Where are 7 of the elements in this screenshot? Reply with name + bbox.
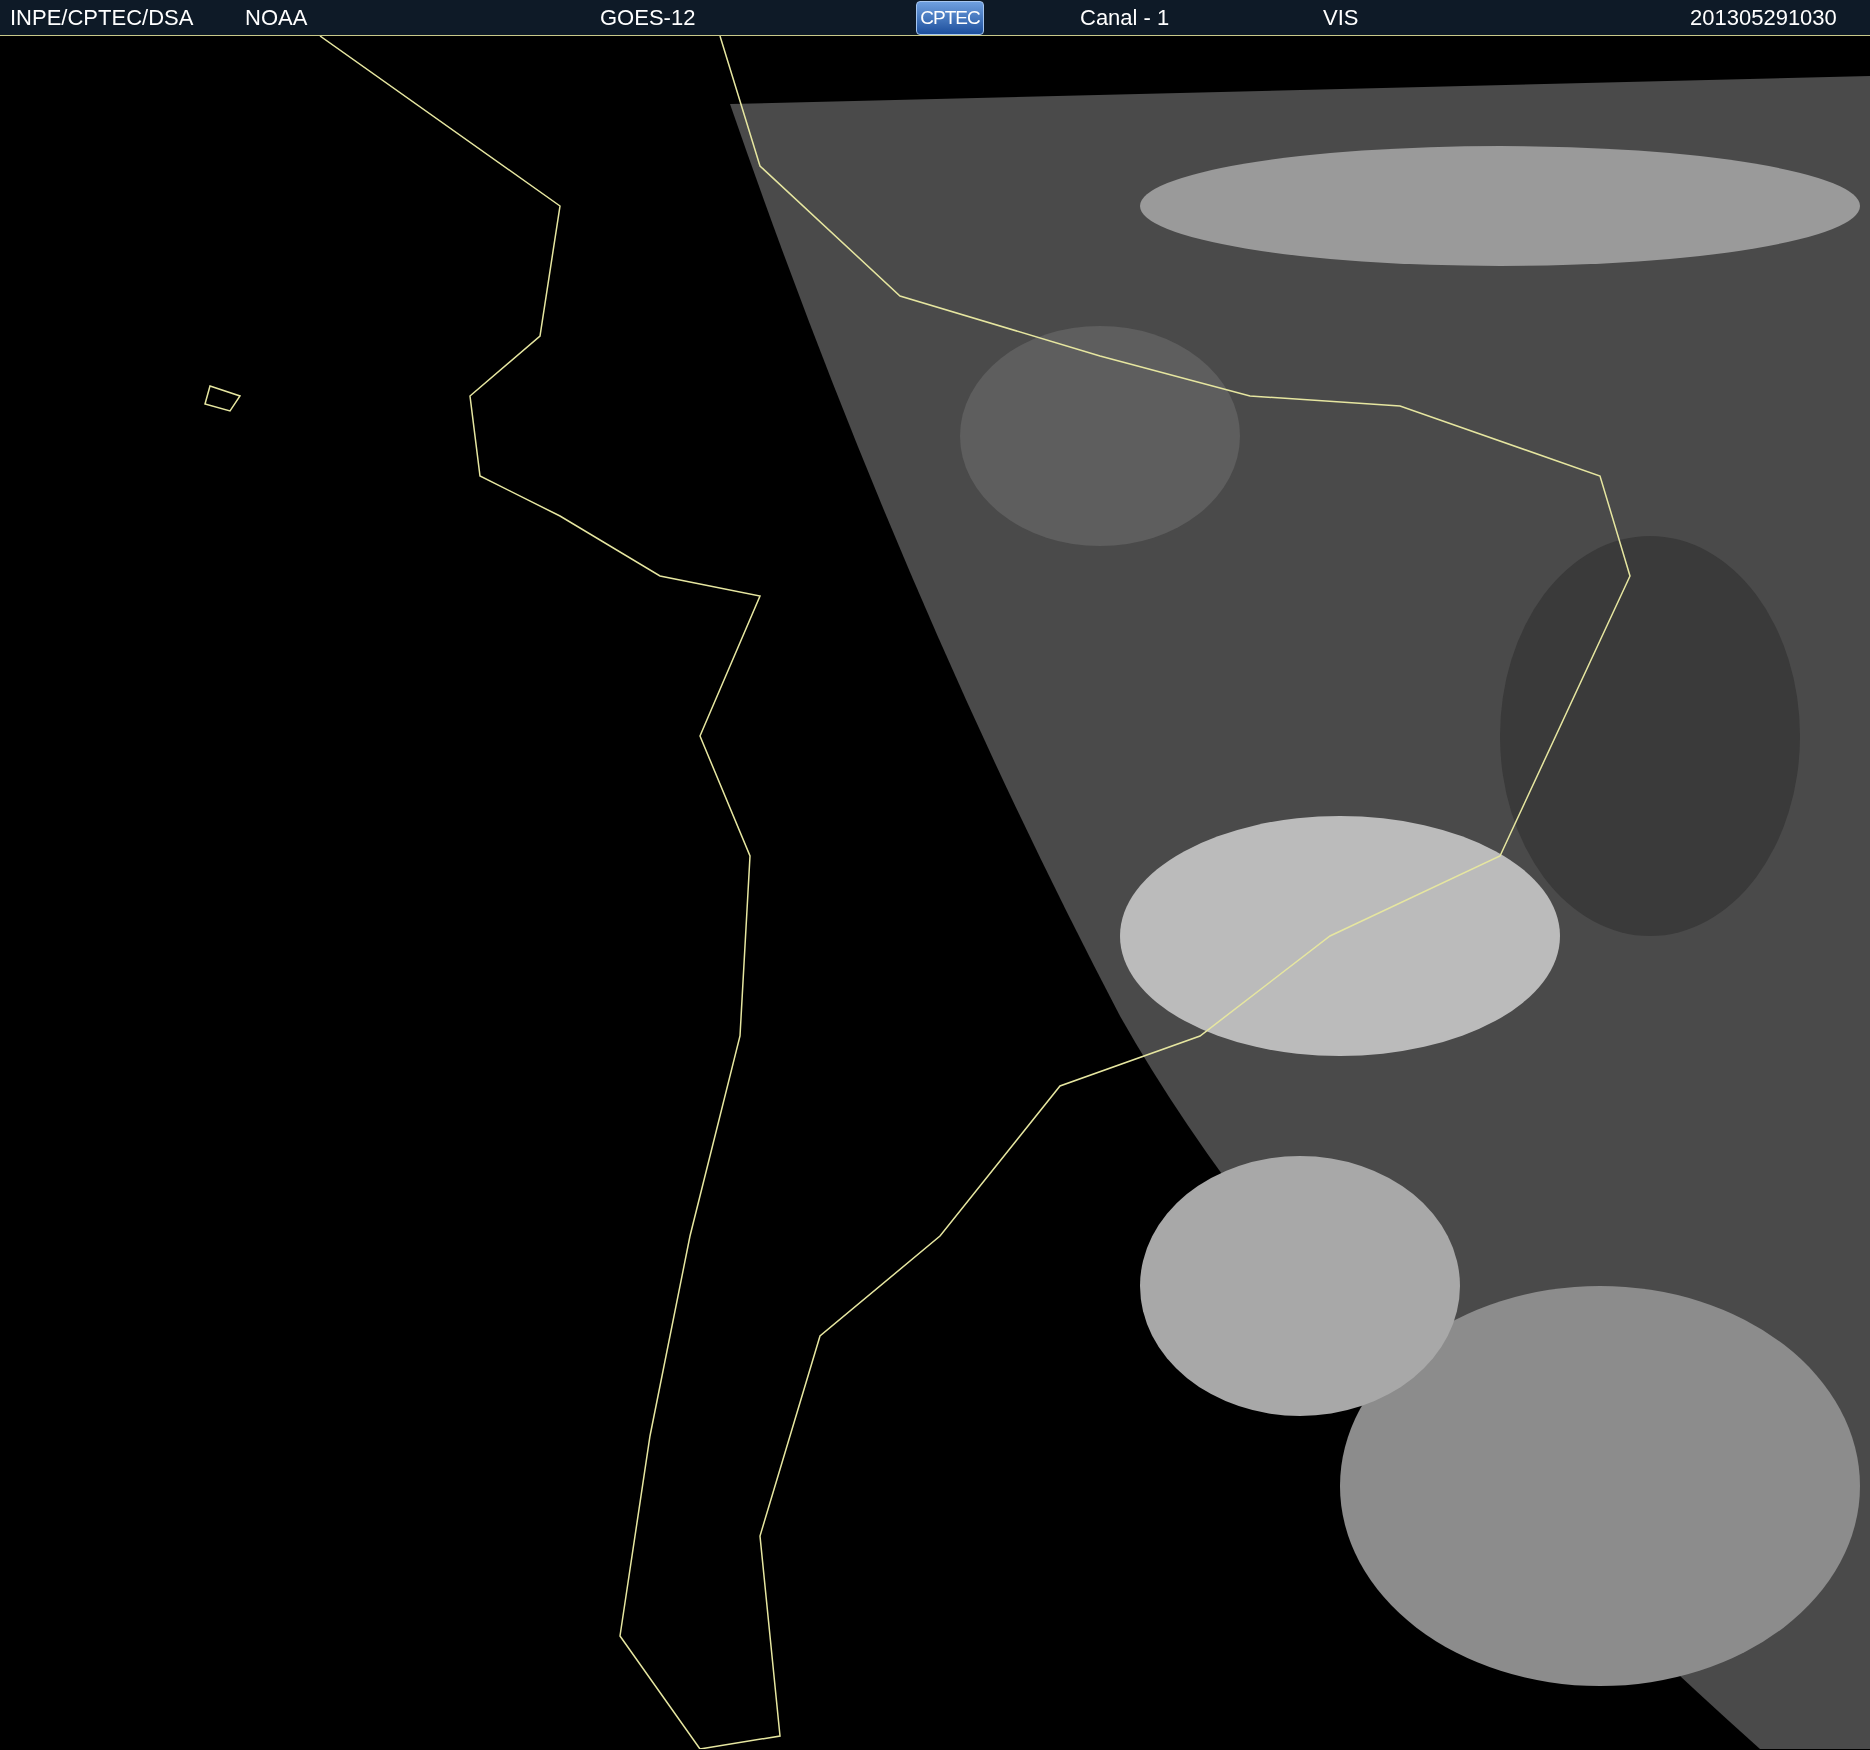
header-label: INPE/CPTEC/DSA: [10, 4, 194, 31]
header-label: Canal - 1: [1080, 4, 1170, 31]
header-label: VIS: [1323, 4, 1359, 31]
header-label: 201305291030: [1690, 4, 1837, 31]
header-label: NOAA: [245, 4, 308, 31]
header-label: GOES-12: [600, 4, 696, 31]
logo: CPTEC: [916, 0, 984, 35]
